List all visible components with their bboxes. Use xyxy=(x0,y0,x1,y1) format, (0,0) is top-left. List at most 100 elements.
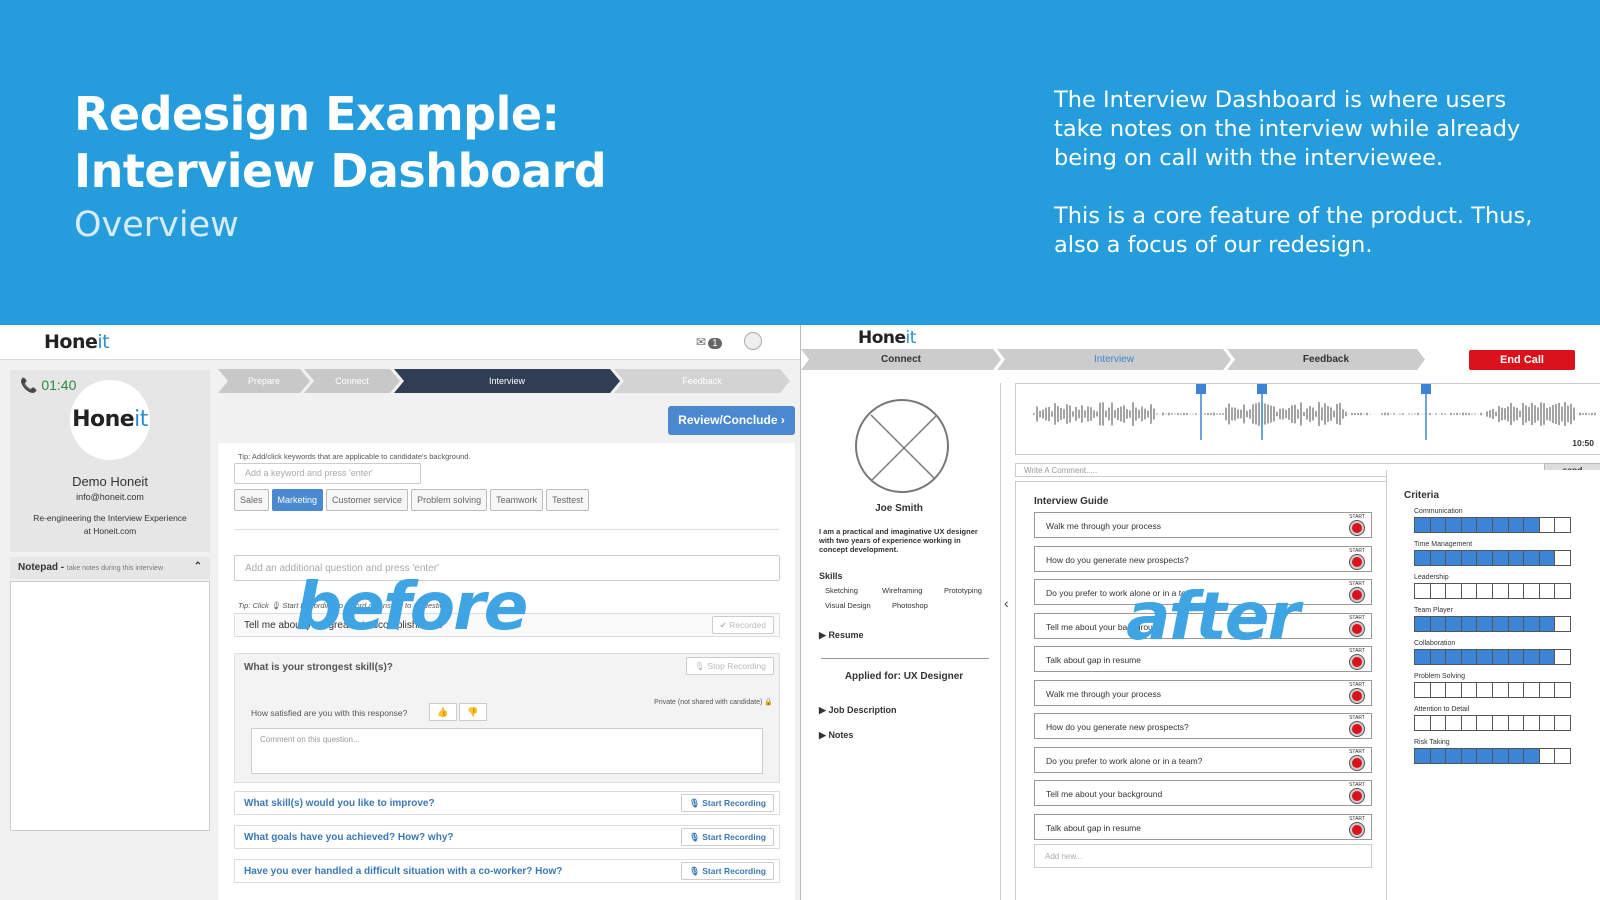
rating-cell[interactable] xyxy=(1555,650,1570,664)
start-record-button[interactable]: START xyxy=(1349,581,1365,602)
rating-cell[interactable] xyxy=(1461,650,1478,664)
guide-item[interactable]: Do you prefer to work alone or in a team… xyxy=(1034,746,1372,773)
rating-cell[interactable] xyxy=(1555,749,1570,763)
recorded-button[interactable]: ✔ Recorded xyxy=(711,616,774,634)
thumbs-down-icon[interactable]: 👎 xyxy=(459,703,487,721)
rating-cell[interactable] xyxy=(1430,518,1447,532)
rating-cell[interactable] xyxy=(1524,650,1540,664)
rating-cell[interactable] xyxy=(1524,518,1540,532)
step-feedback[interactable]: Feedback xyxy=(614,369,790,393)
rating-cell[interactable] xyxy=(1508,551,1525,565)
criteria-rating-bar[interactable] xyxy=(1414,682,1571,698)
job-description-toggle[interactable]: ▶ Job Description xyxy=(819,705,896,716)
rating-cell[interactable] xyxy=(1415,617,1431,631)
rating-cell[interactable] xyxy=(1492,716,1509,730)
rating-cell[interactable] xyxy=(1461,518,1478,532)
rating-cell[interactable] xyxy=(1430,749,1447,763)
rating-cell[interactable] xyxy=(1492,617,1509,631)
start-recording-button[interactable]: 🎙 Start Recording xyxy=(681,828,774,846)
rating-cell[interactable] xyxy=(1477,617,1493,631)
rating-cell[interactable] xyxy=(1430,551,1447,565)
step-interview[interactable]: Interview xyxy=(997,349,1231,370)
guide-item[interactable]: How do you generate new prospects? START xyxy=(1034,713,1372,739)
rating-cell[interactable] xyxy=(1477,551,1493,565)
start-record-button[interactable]: START xyxy=(1349,749,1365,770)
rating-cell[interactable] xyxy=(1461,617,1478,631)
rating-cell[interactable] xyxy=(1415,551,1431,565)
rating-cell[interactable] xyxy=(1461,551,1478,565)
guide-item[interactable]: Walk me through your process START xyxy=(1034,512,1372,538)
rating-cell[interactable] xyxy=(1492,551,1509,565)
rating-cell[interactable] xyxy=(1508,650,1525,664)
rating-cell[interactable] xyxy=(1539,716,1556,730)
start-recording-button[interactable]: 🎙 Start Recording xyxy=(681,862,774,880)
guide-item[interactable]: Tell me about your background START xyxy=(1034,780,1372,806)
rating-cell[interactable] xyxy=(1430,617,1447,631)
rating-cell[interactable] xyxy=(1415,683,1431,697)
keyword-chip-selected[interactable]: Marketing xyxy=(271,489,324,511)
criteria-rating-bar[interactable] xyxy=(1414,649,1571,665)
rating-cell[interactable] xyxy=(1415,584,1431,598)
honeit-logo[interactable]: Honeit xyxy=(44,331,110,353)
rating-cell[interactable] xyxy=(1555,551,1570,565)
rating-cell[interactable] xyxy=(1492,683,1509,697)
stop-recording-button[interactable]: 🎙 Stop Recording xyxy=(686,657,774,675)
criteria-rating-bar[interactable] xyxy=(1414,583,1571,599)
rating-cell[interactable] xyxy=(1415,518,1431,532)
start-record-button[interactable]: START xyxy=(1349,648,1365,669)
start-record-button[interactable]: START xyxy=(1349,715,1365,736)
rating-cell[interactable] xyxy=(1555,683,1570,697)
honeit-logo[interactable]: Honeit xyxy=(858,328,916,348)
rating-cell[interactable] xyxy=(1430,716,1447,730)
rating-cell[interactable] xyxy=(1461,749,1478,763)
rating-cell[interactable] xyxy=(1430,683,1447,697)
rating-cell[interactable] xyxy=(1446,617,1462,631)
rating-cell[interactable] xyxy=(1477,584,1493,598)
start-record-button[interactable]: START xyxy=(1349,782,1365,803)
start-recording-button[interactable]: 🎙 Start Recording xyxy=(681,794,774,812)
rating-cell[interactable] xyxy=(1446,551,1462,565)
keyword-input[interactable]: Add a keyword and press 'enter' xyxy=(234,463,421,484)
criteria-rating-bar[interactable] xyxy=(1414,550,1571,566)
step-connect[interactable]: Connect xyxy=(801,349,1001,370)
end-call-button[interactable]: End Call xyxy=(1469,350,1575,370)
rating-cell[interactable] xyxy=(1539,683,1556,697)
rating-cell[interactable] xyxy=(1446,716,1462,730)
criteria-rating-bar[interactable] xyxy=(1414,616,1571,632)
resume-toggle[interactable]: ▶ Resume xyxy=(819,630,863,641)
rating-cell[interactable] xyxy=(1477,650,1493,664)
question-comment-field[interactable]: Comment on this question... xyxy=(251,728,763,774)
rating-cell[interactable] xyxy=(1477,716,1493,730)
rating-cell[interactable] xyxy=(1508,518,1525,532)
rating-cell[interactable] xyxy=(1508,584,1525,598)
rating-cell[interactable] xyxy=(1539,650,1556,664)
question-row[interactable]: What goals have you achieved? How? why? 🎙… xyxy=(234,825,780,849)
keyword-chip[interactable]: Sales xyxy=(234,489,269,511)
rating-cell[interactable] xyxy=(1461,716,1478,730)
rating-cell[interactable] xyxy=(1430,650,1447,664)
notepad-header[interactable]: Notepad - take notes during this intervi… xyxy=(10,557,210,579)
user-avatar[interactable] xyxy=(744,332,762,350)
rating-cell[interactable] xyxy=(1415,650,1431,664)
rating-cell[interactable] xyxy=(1524,617,1540,631)
rating-cell[interactable] xyxy=(1477,518,1493,532)
rating-cell[interactable] xyxy=(1415,716,1431,730)
keyword-chip[interactable]: Teamwork xyxy=(490,489,544,511)
chevron-up-icon[interactable]: ⌃ xyxy=(194,561,202,572)
add-question-input[interactable]: Add new... xyxy=(1034,844,1372,868)
rating-cell[interactable] xyxy=(1492,584,1509,598)
rating-cell[interactable] xyxy=(1539,617,1556,631)
start-record-button[interactable]: START xyxy=(1349,548,1365,569)
rating-cell[interactable] xyxy=(1555,584,1570,598)
guide-item[interactable]: Walk me through your process START xyxy=(1034,679,1372,706)
rating-cell[interactable] xyxy=(1492,650,1509,664)
rating-cell[interactable] xyxy=(1524,584,1540,598)
notepad-textarea[interactable] xyxy=(10,581,210,831)
criteria-rating-bar[interactable] xyxy=(1414,715,1571,731)
rating-cell[interactable] xyxy=(1446,518,1462,532)
rating-cell[interactable] xyxy=(1461,584,1478,598)
rating-cell[interactable] xyxy=(1430,584,1447,598)
rating-cell[interactable] xyxy=(1539,584,1556,598)
keyword-chip[interactable]: Customer service xyxy=(326,489,409,511)
rating-cell[interactable] xyxy=(1492,749,1509,763)
